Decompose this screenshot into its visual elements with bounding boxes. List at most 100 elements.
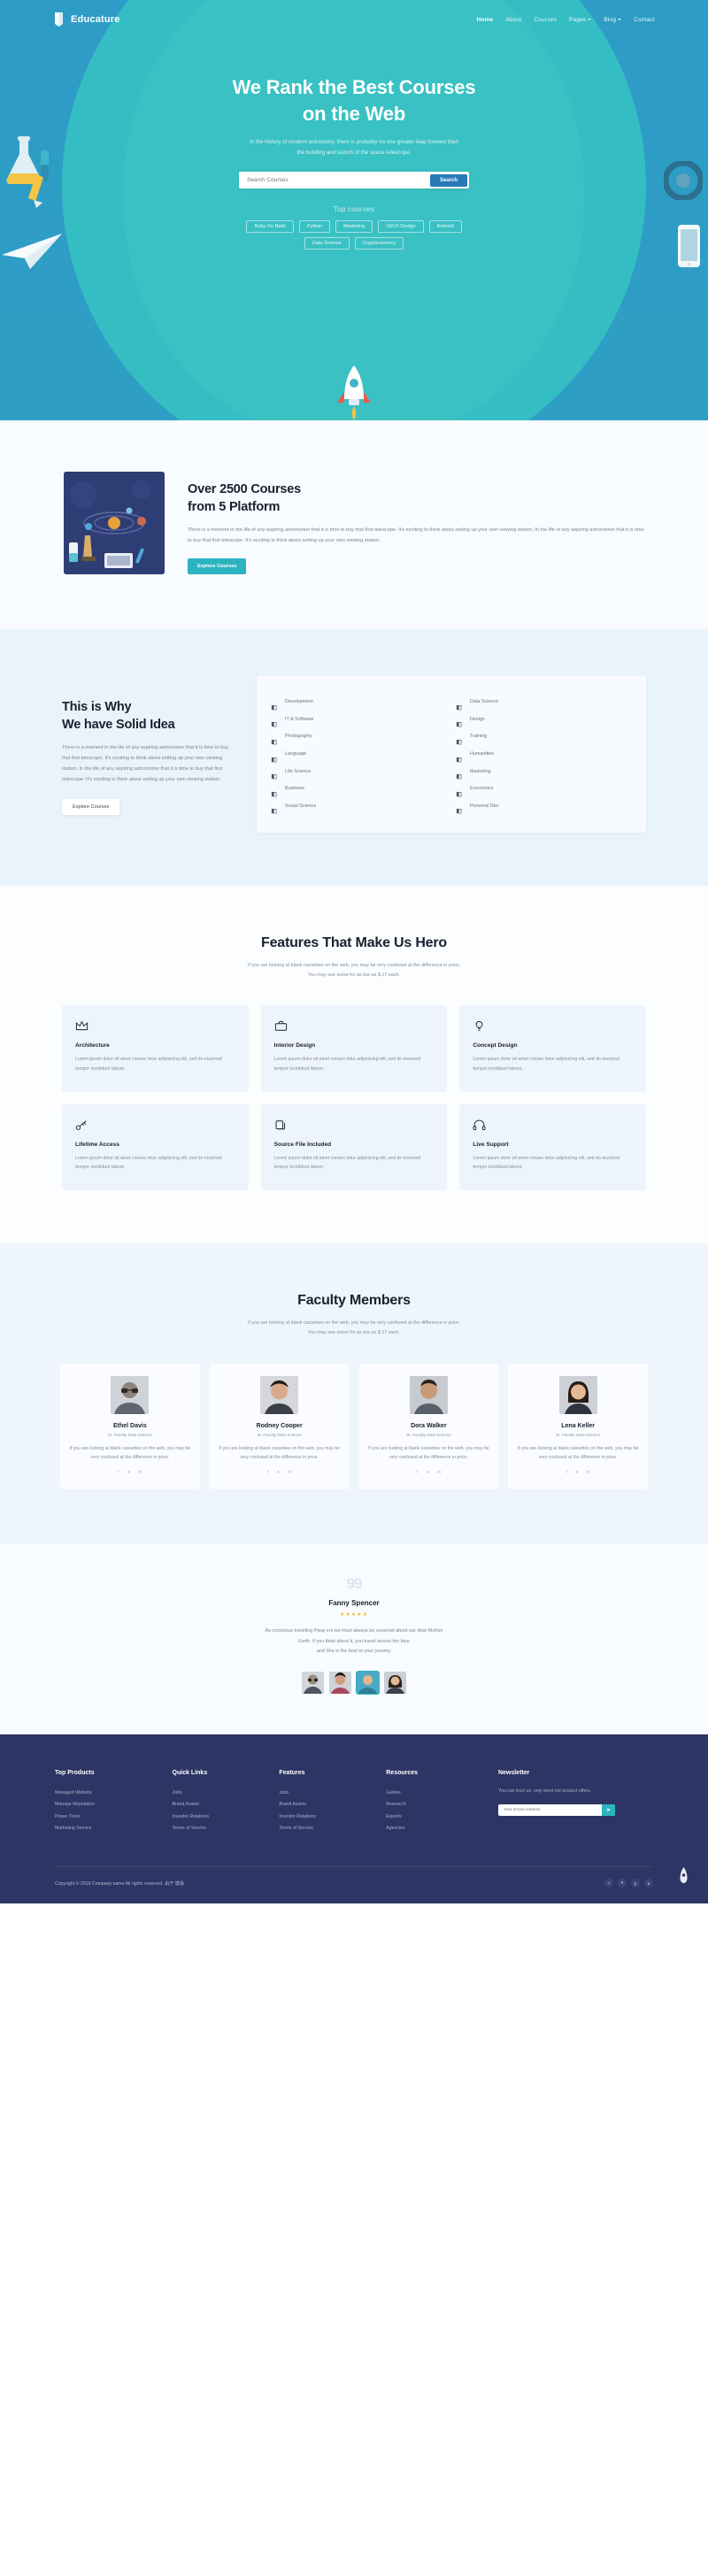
- twitter-icon[interactable]: ✦: [127, 1470, 131, 1475]
- footer-link[interactable]: Agencies: [386, 1823, 489, 1834]
- category-card: Development Data Science IT & Software D…: [257, 675, 646, 833]
- science-illustration: [64, 472, 165, 574]
- category-item-language[interactable]: Language: [271, 745, 447, 763]
- linkedin-icon[interactable]: in: [139, 1470, 142, 1475]
- footer-link[interactable]: Brand Assets: [279, 1799, 377, 1811]
- explore-courses-button[interactable]: Explore Courses: [188, 558, 247, 575]
- linkedin-icon[interactable]: in: [587, 1470, 590, 1475]
- courses-title-line2: from 5 Platform: [188, 500, 281, 514]
- category-item-training[interactable]: Training: [456, 728, 632, 746]
- why-title: This is Why We have Solid Idea: [62, 698, 230, 734]
- category-label: Life Science: [285, 768, 312, 774]
- footer-link[interactable]: Power Tools: [55, 1811, 164, 1823]
- footer-link[interactable]: Terms of Service: [173, 1823, 271, 1834]
- faculty-social-links: f ✦ in: [219, 1470, 341, 1475]
- footer-link[interactable]: Jobs: [173, 1788, 271, 1799]
- category-item-photography[interactable]: Photography: [271, 728, 447, 746]
- book-icon: [456, 768, 462, 780]
- faculty-card-rodney-cooper[interactable]: Rodney Cooper Sr. Faculty Data Science I…: [209, 1363, 350, 1490]
- newsletter-submit-button[interactable]: ➤: [601, 1803, 615, 1816]
- nav-item-home[interactable]: Home: [476, 17, 493, 23]
- nav-item-pages[interactable]: Pages: [569, 17, 592, 23]
- nav-item-about[interactable]: About: [505, 17, 521, 23]
- twitter-icon[interactable]: ✦: [426, 1470, 429, 1475]
- tag-data-science[interactable]: Data Science: [304, 237, 350, 250]
- facebook-icon[interactable]: f: [118, 1470, 119, 1475]
- twitter-icon[interactable]: ✦: [618, 1879, 627, 1888]
- feature-card-concept-design[interactable]: Concept Design Lorem ipsum dolor sit ame…: [459, 1005, 646, 1092]
- feature-text: Lorem ipsum dolor sit amet consec tetur …: [273, 1155, 421, 1171]
- hero-section: Educature Home About Courses Pages Blog …: [0, 0, 708, 420]
- tag-cryptocurrency[interactable]: Cryptocurrency: [354, 237, 404, 250]
- book-icon: [456, 716, 462, 727]
- newsletter-email-input[interactable]: [497, 1803, 602, 1816]
- category-item-business[interactable]: Business: [271, 780, 447, 797]
- nav-item-courses[interactable]: Courses: [534, 17, 557, 23]
- scroll-top-icon[interactable]: [679, 1867, 689, 1888]
- faculty-role: Sr. Faculty Data Science: [555, 1432, 601, 1437]
- testimonial-avatar-2[interactable]: [329, 1671, 351, 1694]
- nav-item-blog[interactable]: Blog: [604, 17, 622, 23]
- footer-link[interactable]: Investor Relations: [173, 1811, 271, 1823]
- twitter-icon[interactable]: ✦: [575, 1470, 579, 1475]
- category-item-development[interactable]: Development: [271, 693, 447, 711]
- features-subtitle-line1: If you are looking at blank cassettes on…: [248, 962, 460, 968]
- tag-uiux-design[interactable]: UI/UX Design: [378, 220, 424, 234]
- feature-card-architecture[interactable]: Architecture Lorem ipsum dolor sit amet …: [62, 1005, 249, 1092]
- footer-link[interactable]: Jobs: [279, 1788, 377, 1799]
- footer-link[interactable]: Terms of Service: [279, 1823, 377, 1834]
- feature-card-live-support[interactable]: Live Support Lorem ipsum dolor sit amet …: [459, 1103, 646, 1191]
- footer-link[interactable]: Research: [386, 1799, 489, 1811]
- twitter-icon[interactable]: ✦: [276, 1470, 280, 1475]
- category-item-social-science[interactable]: Social Science: [271, 797, 447, 815]
- category-item-data-science[interactable]: Data Science: [456, 693, 632, 711]
- behance-icon[interactable]: в: [644, 1879, 653, 1888]
- testimonial-avatar-1[interactable]: [302, 1671, 324, 1694]
- why-body-text: There is a moment in the life of any asp…: [62, 745, 229, 782]
- footer-link[interactable]: Brand Assets: [173, 1799, 271, 1811]
- category-item-it-software[interactable]: IT & Software: [271, 711, 447, 728]
- feature-card-lifetime-access[interactable]: Lifetime Access Lorem ipsum dolor sit am…: [62, 1103, 249, 1191]
- feature-card-source-file-included[interactable]: Source File Included Lorem ipsum dolor s…: [260, 1103, 448, 1191]
- footer-link[interactable]: Managed Website: [55, 1788, 164, 1799]
- search-button[interactable]: Search: [429, 173, 467, 187]
- tag-marketing[interactable]: Marketing: [335, 220, 373, 234]
- testimonial-avatar-3[interactable]: [356, 1670, 380, 1695]
- tag-android[interactable]: Android: [428, 220, 462, 234]
- category-item-personal-dev[interactable]: Personal Dev: [456, 797, 632, 815]
- footer-link[interactable]: Investor Relations: [279, 1811, 377, 1823]
- testimonial-avatar-4[interactable]: [384, 1671, 406, 1694]
- footer-link[interactable]: Manage Reputation: [55, 1799, 164, 1811]
- faculty-text: If you are looking at blank cassettes on…: [219, 1445, 340, 1460]
- footer-link[interactable]: Guides: [386, 1788, 489, 1799]
- faculty-card-lena-keller[interactable]: Lena Keller Sr. Faculty Data Science If …: [508, 1363, 648, 1490]
- category-item-marketing[interactable]: Marketing: [456, 763, 632, 780]
- category-item-humanities[interactable]: Humanities: [456, 745, 632, 763]
- footer-link[interactable]: Experts: [386, 1811, 489, 1823]
- feature-title: Source File Included: [273, 1141, 332, 1148]
- category-label: Social Science: [285, 803, 317, 809]
- pinterest-icon[interactable]: p: [631, 1879, 640, 1888]
- feature-card-interior-design[interactable]: Interior Design Lorem ipsum dolor sit am…: [260, 1005, 448, 1092]
- tag-ruby-on-rails[interactable]: Ruby On Rails: [246, 220, 294, 234]
- tag-python[interactable]: Python: [298, 220, 331, 234]
- nav-item-contact[interactable]: Contact: [634, 17, 655, 23]
- footer-link[interactable]: Marketing Service: [55, 1823, 164, 1834]
- faculty-card-dora-walker[interactable]: Dora Walker Sr. Faculty Data Science If …: [358, 1363, 499, 1490]
- facebook-icon[interactable]: f: [604, 1879, 613, 1888]
- category-item-economics[interactable]: Economics: [456, 780, 632, 797]
- category-item-design[interactable]: Design: [456, 711, 632, 728]
- nav-label: About: [505, 16, 522, 23]
- brand-logo[interactable]: Educature: [53, 12, 120, 27]
- facebook-icon[interactable]: f: [417, 1470, 418, 1475]
- linkedin-icon[interactable]: in: [437, 1470, 441, 1475]
- feature-text: Lorem ipsum dolor sit amet consec tetur …: [75, 1057, 222, 1073]
- category-item-life-science[interactable]: Life Science: [271, 763, 447, 780]
- facebook-icon[interactable]: f: [267, 1470, 268, 1475]
- linkedin-icon[interactable]: in: [288, 1470, 291, 1475]
- credit-link[interactable]: 由于 模板: [165, 1881, 184, 1887]
- faculty-card-ethel-davis[interactable]: Ethel Davis Sr. Faculty Data Science If …: [60, 1363, 200, 1490]
- faculty-name: Ethel Davis: [113, 1422, 147, 1429]
- why-explore-courses-button[interactable]: Explore Courses: [62, 799, 120, 816]
- search-input[interactable]: [241, 177, 430, 184]
